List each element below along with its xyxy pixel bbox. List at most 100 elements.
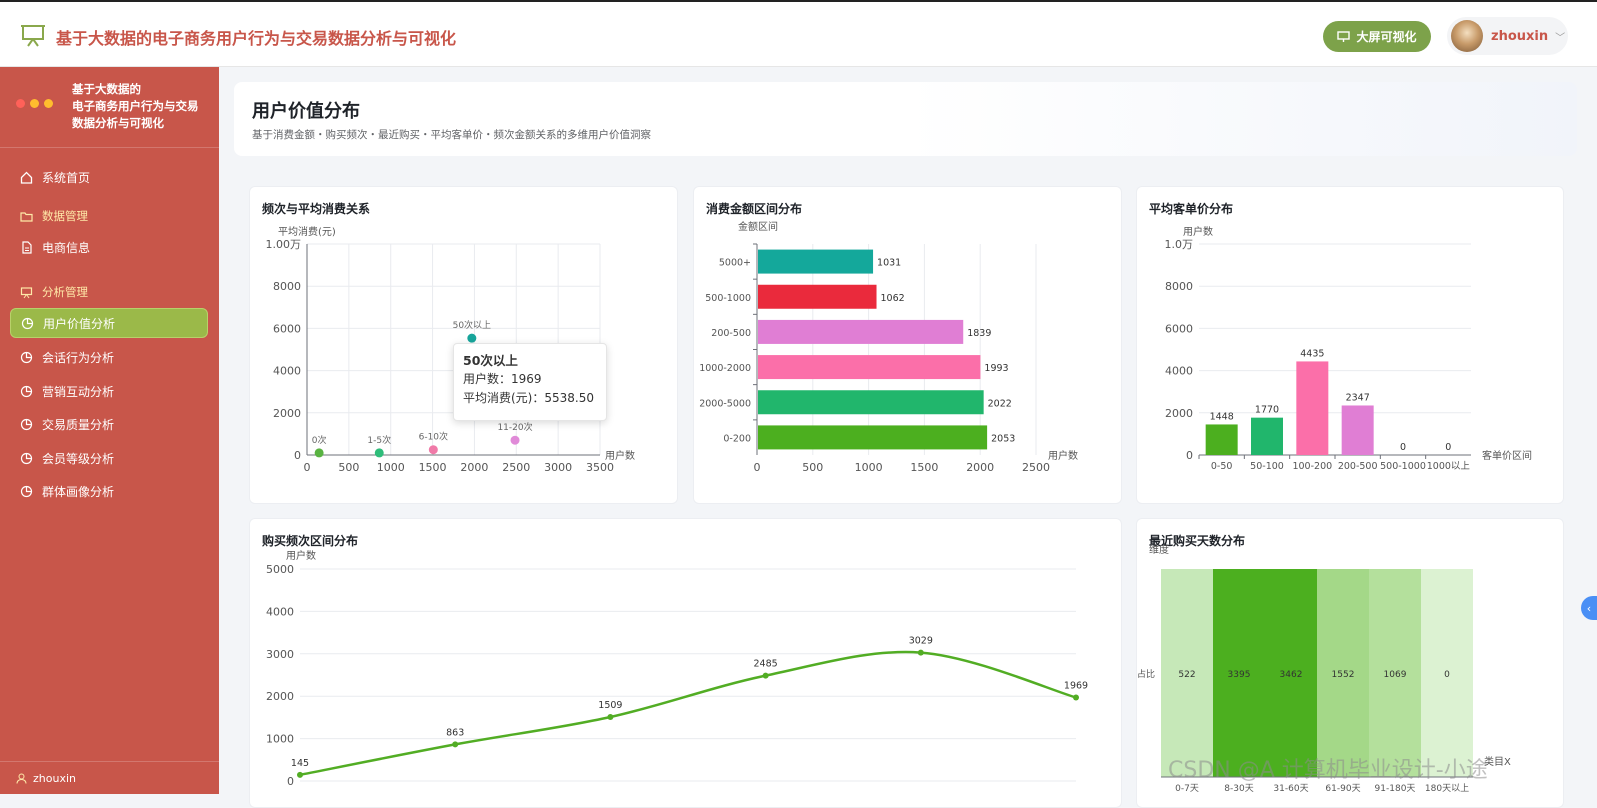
- bar-value-label: 0: [1445, 442, 1451, 453]
- top-bar: 基于大数据的电子商务用户行为与交易数据分析与可视化 大屏可视化 zhouxin …: [0, 0, 1597, 67]
- cell-value-label: 1069: [1384, 670, 1407, 680]
- bar: [758, 319, 964, 344]
- point-value-label: 863: [446, 727, 464, 738]
- category-label: 0-200: [723, 433, 751, 444]
- sidebar-group-label: 分析管理: [42, 285, 88, 299]
- bar-chart[interactable]: 0 2000 4000 6000 8000 1.0万用户数客单价区间 1448 0-50 177…: [1137, 187, 1564, 504]
- y-tick-label: 0: [287, 775, 294, 788]
- cell-value-label: 3462: [1280, 670, 1303, 680]
- x-tick-label: 1000: [377, 461, 405, 474]
- y-tick-label: 4000: [273, 365, 301, 378]
- bar-value-label: 2022: [988, 398, 1012, 409]
- line-chart[interactable]: 0 1000 2000 3000 4000 5000用户数 145 863 1509 2485 30…: [250, 519, 1122, 808]
- y-tick-label: 1.0万: [1165, 238, 1194, 251]
- cell-value-label: 522: [1178, 670, 1195, 680]
- pie-chart-icon: [21, 317, 34, 329]
- dot-yellow-icon: [30, 99, 39, 108]
- y-tick-label: 0: [294, 449, 301, 462]
- sidebar-item-home[interactable]: 系统首页: [10, 162, 208, 192]
- sidebar-group-data[interactable]: 数据管理: [10, 201, 208, 231]
- y-tick-label: 2000: [1165, 407, 1193, 420]
- category-label: 500-1000: [705, 293, 751, 304]
- pie-chart-icon: [20, 385, 33, 397]
- chevron-down-icon: ﹀: [1555, 32, 1566, 44]
- sidebar-item-ecommerce[interactable]: 电商信息: [10, 232, 208, 262]
- bar-value-label: 2347: [1346, 392, 1370, 403]
- sidebar-item-user-value[interactable]: 用户价值分析: [10, 308, 208, 338]
- sidebar-user[interactable]: zhouxin: [0, 761, 219, 794]
- scatter-point: [374, 448, 384, 458]
- category-label: 0-7天: [1175, 784, 1199, 794]
- sidebar-item-label: 用户价值分析: [43, 316, 116, 331]
- x-axis-title: 用户数: [1048, 449, 1078, 462]
- y-axis-title: 用户数: [286, 549, 316, 562]
- bigscreen-button[interactable]: 大屏可视化: [1323, 21, 1431, 52]
- sidebar-item-marketing[interactable]: 营销互动分析: [10, 376, 208, 406]
- category-label: 50-100: [1250, 461, 1284, 472]
- chart-card-freq-range: 购买频次区间分布 0 1000 2000 3000 4000 5000 用户数 145 863 1…: [249, 518, 1122, 808]
- category-label: 31-60天: [1273, 784, 1308, 794]
- bar: [1341, 405, 1374, 455]
- x-tick-label: 3500: [586, 461, 614, 474]
- tooltip-title: 50次以上: [463, 353, 518, 368]
- home-icon: [20, 171, 33, 184]
- sidebar-item-transaction[interactable]: 交易质量分析: [10, 409, 208, 439]
- sidebar-group-label: 数据管理: [42, 209, 88, 223]
- tooltip-avg-spend: 平均消费(元)：5538.50: [463, 391, 594, 405]
- cell-value-label: 0: [1444, 670, 1450, 680]
- category-label: 500-1000: [1380, 461, 1426, 472]
- row-label: 占比: [1137, 668, 1155, 680]
- x-tick-label: 1000: [855, 461, 883, 474]
- y-tick-label: 2000: [266, 690, 294, 703]
- pie-chart-icon: [20, 418, 33, 430]
- line-point: [1073, 694, 1079, 701]
- bar-value-label: 1993: [984, 363, 1008, 374]
- x-axis-title: 用户数: [605, 449, 635, 462]
- user-icon: [16, 773, 27, 784]
- document-icon: [22, 240, 32, 254]
- x-tick-label: 2000: [460, 461, 488, 474]
- watermark: CSDN @A 计算机毕业设计-小途: [1168, 758, 1488, 783]
- presentation-board-icon: [21, 25, 45, 47]
- category-label: 91-180天: [1375, 784, 1416, 794]
- sidebar-item-session[interactable]: 会话行为分析: [10, 342, 208, 372]
- x-tick-label: 2500: [1022, 461, 1050, 474]
- dot-red-icon: [16, 99, 25, 108]
- page-title: 用户价值分布: [252, 101, 360, 122]
- bar: [758, 355, 981, 380]
- cell-value-label: 1552: [1332, 670, 1355, 680]
- bar-value-label: 2053: [991, 433, 1015, 444]
- bigscreen-label: 大屏可视化: [1356, 30, 1417, 44]
- sidebar-item-label: 电商信息: [42, 240, 91, 255]
- y-tick-label: 8000: [273, 280, 301, 293]
- sidebar-item-member[interactable]: 会员等级分析: [10, 443, 208, 473]
- x-tick-label: 500: [338, 461, 359, 474]
- pie-chart-icon: [20, 452, 33, 464]
- cell-value-label: 3395: [1228, 670, 1251, 680]
- bar-value-label: 1448: [1210, 411, 1234, 422]
- sidebar-item-label: 营销互动分析: [42, 384, 115, 399]
- x-axis-title: 类目X: [1484, 755, 1511, 768]
- x-tick-label: 1500: [419, 461, 447, 474]
- user-menu[interactable]: zhouxin ﹀: [1447, 17, 1568, 55]
- sidebar-item-label: 会话行为分析: [42, 350, 115, 365]
- collapse-handle[interactable]: ‹: [1581, 596, 1597, 620]
- x-axis-title: 客单价区间: [1482, 449, 1532, 462]
- point-value-label: 1509: [598, 700, 622, 711]
- sidebar-title-line: 数据分析与可视化: [72, 116, 164, 130]
- bar: [758, 390, 984, 415]
- window-dots: [16, 99, 53, 108]
- category-label: 1000以上: [1427, 461, 1471, 472]
- point-value-label: 2485: [754, 659, 778, 670]
- pie-chart-icon: [20, 485, 33, 497]
- sidebar-title: 基于大数据的 电子商务用户行为与交易 数据分析与可视化: [72, 81, 217, 132]
- y-tick-label: 8000: [1165, 280, 1193, 293]
- point-label: 11-20次: [497, 421, 532, 433]
- app-title: 基于大数据的电子商务用户行为与交易数据分析与可视化: [56, 29, 457, 48]
- sidebar-item-persona[interactable]: 群体画像分析: [10, 476, 208, 506]
- horizontal-bar-chart[interactable]: 0 500 1000 1500 2000 2500 金额区间用户数 5000+ 1031 500-…: [694, 187, 1122, 504]
- scatter-point: [428, 445, 438, 455]
- sidebar-group-analysis[interactable]: 分析管理: [10, 277, 208, 307]
- y-tick-label: 1000: [266, 733, 294, 746]
- x-tick-label: 0: [304, 461, 311, 474]
